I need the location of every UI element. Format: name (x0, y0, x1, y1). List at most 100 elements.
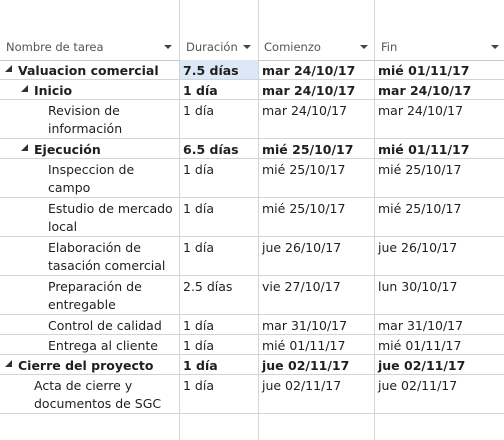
task-row[interactable]: Ejecución 6.5 días mié 25/10/17 mié 01/11/1… (0, 139, 504, 159)
task-duration-cell[interactable]: 1 día (180, 80, 258, 99)
task-name-cell[interactable]: Inspeccion de campo (0, 159, 180, 197)
column-divider (179, 0, 180, 440)
task-finish: mié 01/11/17 (378, 142, 470, 157)
column-header-name-label: Nombre de tarea (6, 40, 104, 54)
task-finish-cell[interactable]: mié 01/11/17 (375, 60, 504, 79)
task-name-cell[interactable]: Valuacion comercial (0, 60, 180, 79)
task-name-cell[interactable]: Acta de cierre y documentos de SGC (0, 375, 180, 413)
collapse-triangle-icon[interactable] (4, 64, 13, 73)
column-header-finish-label: Fin (381, 40, 398, 54)
column-header-finish[interactable]: Fin (375, 40, 504, 58)
task-row[interactable]: Revision de información 1 día mar 24/10/17… (0, 100, 504, 139)
task-start: jue 02/11/17 (262, 378, 342, 393)
task-name: Inspeccion de campo (48, 162, 135, 195)
task-finish-cell[interactable]: jue 02/11/17 (375, 355, 504, 374)
task-name-cell[interactable]: Control de calidad (0, 315, 180, 334)
task-finish-cell[interactable]: lun 30/10/17 (375, 276, 504, 314)
task-duration-cell[interactable]: 1 día (180, 237, 258, 275)
column-header-name[interactable]: Nombre de tarea (0, 40, 180, 58)
column-header-bar: Nombre de tarea Duración Comienzo Fin (0, 0, 504, 61)
task-start-cell[interactable]: mié 25/10/17 (259, 139, 375, 158)
task-finish: mar 31/10/17 (378, 318, 464, 333)
task-row[interactable]: Inspeccion de campo 1 día mié 25/10/17 mié … (0, 159, 504, 198)
task-row[interactable]: Acta de cierre y documentos de SGC 1 día j… (0, 375, 504, 414)
task-finish-cell[interactable]: mar 24/10/17 (375, 80, 504, 99)
task-name-cell[interactable]: Preparación de entregable (0, 276, 180, 314)
task-row[interactable]: Inicio 1 día mar 24/10/17 mar 24/10/17 (0, 80, 504, 100)
task-name-cell[interactable]: Entrega al cliente (0, 335, 180, 354)
task-start-cell[interactable]: mar 24/10/17 (259, 80, 375, 99)
collapse-triangle-icon[interactable] (20, 84, 29, 93)
task-start-cell[interactable]: mié 01/11/17 (259, 335, 375, 354)
column-filter-dropdown-icon[interactable] (358, 41, 370, 53)
task-finish-cell[interactable]: mar 31/10/17 (375, 315, 504, 334)
task-row[interactable]: Preparación de entregable 2.5 días vie 27/… (0, 276, 504, 315)
task-duration: 6.5 días (183, 142, 239, 157)
task-finish-cell[interactable]: jue 26/10/17 (375, 237, 504, 275)
task-name-cell[interactable]: Estudio de mercado local (0, 198, 180, 236)
task-start: mar 24/10/17 (262, 63, 356, 78)
task-name-cell[interactable]: Ejecución (0, 139, 180, 158)
task-start: mié 25/10/17 (262, 201, 346, 216)
task-finish-cell[interactable]: mié 25/10/17 (375, 159, 504, 197)
task-finish: mié 25/10/17 (378, 201, 462, 216)
task-finish-cell[interactable]: mié 01/11/17 (375, 335, 504, 354)
column-header-start[interactable]: Comienzo (258, 40, 375, 58)
task-start: jue 26/10/17 (262, 240, 342, 255)
task-start-cell[interactable]: vie 27/10/17 (259, 276, 375, 314)
task-duration-cell[interactable]: 1 día (180, 198, 258, 236)
task-start: vie 27/10/17 (262, 279, 341, 294)
task-row[interactable]: Entrega al cliente 1 día mié 01/11/17 mié 0… (0, 335, 504, 355)
task-name: Control de calidad (48, 318, 162, 333)
task-start-cell[interactable]: mar 24/10/17 (259, 100, 375, 138)
task-duration: 1 día (183, 338, 214, 353)
task-finish-cell[interactable]: mié 25/10/17 (375, 198, 504, 236)
task-row[interactable]: Cierre del proyecto 1 día jue 02/11/17 jue … (0, 355, 504, 375)
task-duration: 1 día (183, 201, 214, 216)
collapse-triangle-icon[interactable] (20, 143, 29, 152)
task-duration-cell[interactable]: 1 día (180, 355, 258, 374)
task-finish-cell[interactable]: mar 24/10/17 (375, 100, 504, 138)
task-finish: mié 01/11/17 (378, 338, 462, 353)
column-filter-dropdown-icon[interactable] (241, 41, 253, 53)
task-name: Inicio (34, 83, 73, 98)
task-row[interactable]: Elaboración de tasación comercial 1 día ju… (0, 237, 504, 276)
task-name: Acta de cierre y documentos de SGC (34, 378, 162, 411)
task-duration-cell[interactable]: 1 día (180, 315, 258, 334)
task-start-cell[interactable]: mié 25/10/17 (259, 159, 375, 197)
task-name-cell[interactable]: Elaboración de tasación comercial (0, 237, 180, 275)
task-start-cell[interactable]: jue 02/11/17 (259, 355, 375, 374)
task-name-cell[interactable]: Cierre del proyecto (0, 355, 180, 374)
column-filter-dropdown-icon[interactable] (162, 41, 174, 53)
task-start: jue 02/11/17 (262, 358, 350, 373)
task-start-cell[interactable]: mié 25/10/17 (259, 198, 375, 236)
task-start-cell[interactable]: mar 31/10/17 (259, 315, 375, 334)
task-start-cell[interactable]: jue 26/10/17 (259, 237, 375, 275)
task-row[interactable]: Estudio de mercado local 1 día mié 25/10/1… (0, 198, 504, 237)
task-duration: 1 día (183, 240, 214, 255)
task-start: mar 24/10/17 (262, 103, 348, 118)
task-duration-cell[interactable]: 1 día (180, 375, 258, 413)
task-start-cell[interactable]: jue 02/11/17 (259, 375, 375, 413)
task-duration-cell[interactable]: 1 día (180, 335, 258, 354)
task-row[interactable]: Valuacion comercial 7.5 días mar 24/10/17 m… (0, 60, 504, 80)
task-duration-cell[interactable]: 2.5 días (180, 276, 258, 314)
task-duration: 1 día (183, 358, 218, 373)
task-name-cell[interactable]: Inicio (0, 80, 180, 99)
task-finish-cell[interactable]: mié 01/11/17 (375, 139, 504, 158)
task-duration: 1 día (183, 162, 214, 177)
task-duration-cell[interactable]: 7.5 días (180, 60, 258, 79)
column-filter-dropdown-icon[interactable] (489, 41, 501, 53)
column-divider (258, 0, 259, 440)
task-finish-cell[interactable]: jue 02/11/17 (375, 375, 504, 413)
task-row[interactable]: Control de calidad 1 día mar 31/10/17 mar 3… (0, 315, 504, 335)
task-duration: 1 día (183, 103, 214, 118)
task-duration-cell[interactable]: 1 día (180, 159, 258, 197)
task-start-cell[interactable]: mar 24/10/17 (259, 60, 375, 79)
task-duration-cell[interactable]: 6.5 días (180, 139, 258, 158)
task-name-cell[interactable]: Revision de información (0, 100, 180, 138)
task-name: Preparación de entregable (48, 279, 142, 312)
task-duration-cell[interactable]: 1 día (180, 100, 258, 138)
collapse-triangle-icon[interactable] (4, 359, 13, 368)
column-header-duration[interactable]: Duración (180, 40, 258, 58)
